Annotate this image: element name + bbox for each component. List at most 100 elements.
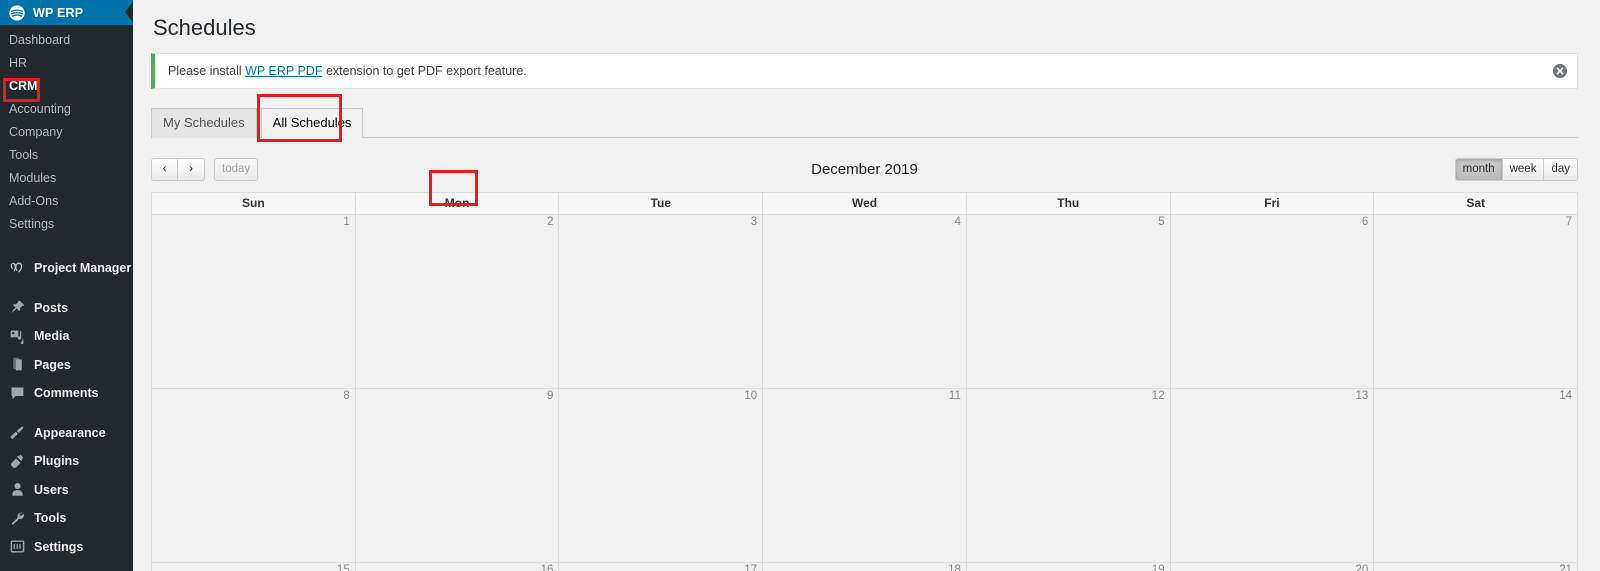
wp-erp-submenu: Dashboard HR CRM Accounting Company Tool…	[0, 25, 133, 242]
calendar-day-cell[interactable]: 10	[559, 389, 764, 562]
calendar-day-cell[interactable]: 18	[763, 563, 967, 571]
tab-my-schedules[interactable]: My Schedules	[151, 108, 257, 138]
calendar-day-cell[interactable]: 20	[1170, 563, 1375, 571]
calendar-day-cell[interactable]: 11	[763, 389, 967, 562]
calendar-view-day-button[interactable]: day	[1544, 157, 1578, 181]
sidebar-divider-2	[0, 283, 133, 294]
calendar-day-cell[interactable]: 4	[763, 215, 967, 388]
wperp-globe-icon	[8, 4, 26, 22]
calendar-prev-button[interactable]: ‹	[151, 157, 178, 181]
page-title: Schedules	[153, 15, 256, 40]
day-number: 16	[540, 564, 554, 571]
calendar-next-button[interactable]: ›	[178, 157, 205, 181]
calendar-week-row: 1 2 3 4 5 6 7	[152, 214, 1578, 388]
tab-all-schedules[interactable]: All Schedules	[260, 108, 364, 138]
day-number: 15	[336, 564, 350, 571]
sidebar-item-posts[interactable]: Posts	[0, 294, 133, 323]
day-number: 1	[343, 216, 350, 228]
sidebar-item-label: Appearance	[34, 425, 106, 440]
day-number: 11	[948, 390, 961, 402]
sidebar-item-appearance[interactable]: Appearance	[0, 419, 133, 448]
notice-text-after: extension to get PDF export feature.	[322, 64, 527, 78]
calendar-header-wed: Wed	[763, 193, 967, 214]
pdf-extension-notice: Please install WP ERP PDF extension to g…	[151, 53, 1578, 89]
calendar-day-cell[interactable]: 13	[1170, 389, 1375, 562]
sidebar-item-modules[interactable]: Modules	[0, 167, 133, 190]
sidebar-item-plugins[interactable]: Plugins	[0, 447, 133, 476]
sidebar-item-label: Comments	[34, 386, 99, 401]
calendar-header-mon: Mon	[356, 193, 560, 214]
day-number: 21	[1559, 564, 1573, 571]
schedules-calendar: ‹ › today December 2019 month week day S…	[151, 154, 1578, 571]
calendar-week-row: 8 9 10 11 12 13 14	[152, 388, 1578, 562]
sidebar-item-project-manager[interactable]: Project Manager	[0, 254, 133, 283]
calendar-day-cell[interactable]: 8	[152, 389, 356, 562]
calendar-view-month-button[interactable]: month	[1454, 157, 1503, 181]
calendar-view-group: month week day	[1454, 157, 1578, 181]
main-content: Schedules Please install WP ERP PDF exte…	[133, 0, 1600, 571]
sidebar-divider-3	[0, 408, 133, 419]
sidebar-item-hr[interactable]: HR	[0, 52, 133, 75]
calendar-toolbar: ‹ › today December 2019 month week day	[151, 154, 1578, 184]
calendar-day-cell[interactable]: 14	[1374, 389, 1578, 562]
calendar-day-cell[interactable]: 7	[1374, 215, 1578, 388]
close-circle-icon[interactable]	[1553, 64, 1567, 78]
sidebar-item-dashboard[interactable]: Dashboard	[0, 29, 133, 52]
day-number: 8	[343, 390, 350, 402]
calendar-day-cell[interactable]: 17	[559, 563, 764, 571]
calendar-day-cell[interactable]: 21	[1374, 563, 1578, 571]
calendar-day-cell[interactable]: 15	[152, 563, 356, 571]
day-number: 13	[1355, 390, 1369, 402]
day-number: 12	[1151, 390, 1165, 402]
wp-erp-title: WP ERP	[33, 5, 84, 20]
calendar-day-cell[interactable]: 9	[355, 389, 560, 562]
notice-text: Please install WP ERP PDF extension to g…	[168, 64, 527, 78]
sidebar-item-users[interactable]: Users	[0, 476, 133, 505]
sidebar-item-company[interactable]: Company	[0, 121, 133, 144]
calendar-day-cell[interactable]: 16	[355, 563, 560, 571]
day-number: 7	[1565, 216, 1573, 228]
schedules-tabs: My Schedules All Schedules	[151, 107, 1578, 138]
pin-icon	[8, 299, 26, 317]
calendar-header-sun: Sun	[152, 193, 356, 214]
sidebar-item-addons[interactable]: Add-Ons	[0, 190, 133, 213]
calendar-today-button[interactable]: today	[214, 157, 259, 181]
sidebar-item-erp-settings[interactable]: Settings	[0, 213, 133, 236]
calendar-day-cell[interactable]: 2	[355, 215, 560, 388]
calendar-view-week-button[interactable]: week	[1502, 157, 1545, 181]
calendar-nav-group: ‹ ›	[151, 157, 205, 181]
sidebar-notch	[125, 0, 133, 24]
calendar-grid: Sun Mon Tue Wed Thu Fri Sat 1 2 3 4 5 6 …	[151, 192, 1578, 571]
day-number: 17	[744, 564, 758, 571]
day-number: 5	[1158, 216, 1165, 228]
calendar-day-cell[interactable]: 3	[559, 215, 764, 388]
sidebar-item-crm[interactable]: CRM	[0, 75, 133, 98]
sidebar-item-pages[interactable]: Pages	[0, 351, 133, 380]
calendar-day-cell[interactable]: 6	[1170, 215, 1375, 388]
calendar-day-cell[interactable]: 19	[966, 563, 1171, 571]
calendar-day-cell[interactable]: 12	[966, 389, 1171, 562]
sidebar-item-wp-settings[interactable]: Settings	[0, 533, 133, 562]
comments-icon	[8, 384, 26, 402]
wp-erp-pdf-link[interactable]: WP ERP PDF	[245, 64, 322, 78]
day-number: 9	[547, 390, 554, 402]
sidebar-item-comments[interactable]: Comments	[0, 379, 133, 408]
sidebar-item-label: Users	[34, 482, 69, 497]
media-icon	[8, 327, 26, 345]
calendar-header-tue: Tue	[559, 193, 764, 214]
project-manager-icon	[8, 259, 26, 277]
sidebar-item-accounting[interactable]: Accounting	[0, 98, 133, 121]
admin-sidebar: WP ERP Dashboard HR CRM Accounting Compa…	[0, 0, 133, 571]
user-icon	[8, 481, 26, 499]
sidebar-item-tools[interactable]: Tools	[0, 144, 133, 167]
calendar-day-cell[interactable]: 5	[966, 215, 1171, 388]
day-number: 14	[1559, 390, 1573, 402]
day-number: 4	[954, 216, 961, 228]
pages-icon	[8, 356, 26, 374]
calendar-day-cell[interactable]: 1	[152, 215, 356, 388]
sidebar-item-media[interactable]: Media	[0, 322, 133, 351]
sidebar-item-label: Media	[34, 329, 70, 344]
sidebar-item-wp-tools[interactable]: Tools	[0, 504, 133, 533]
day-number: 6	[1361, 216, 1369, 228]
wp-erp-header[interactable]: WP ERP	[0, 0, 133, 25]
